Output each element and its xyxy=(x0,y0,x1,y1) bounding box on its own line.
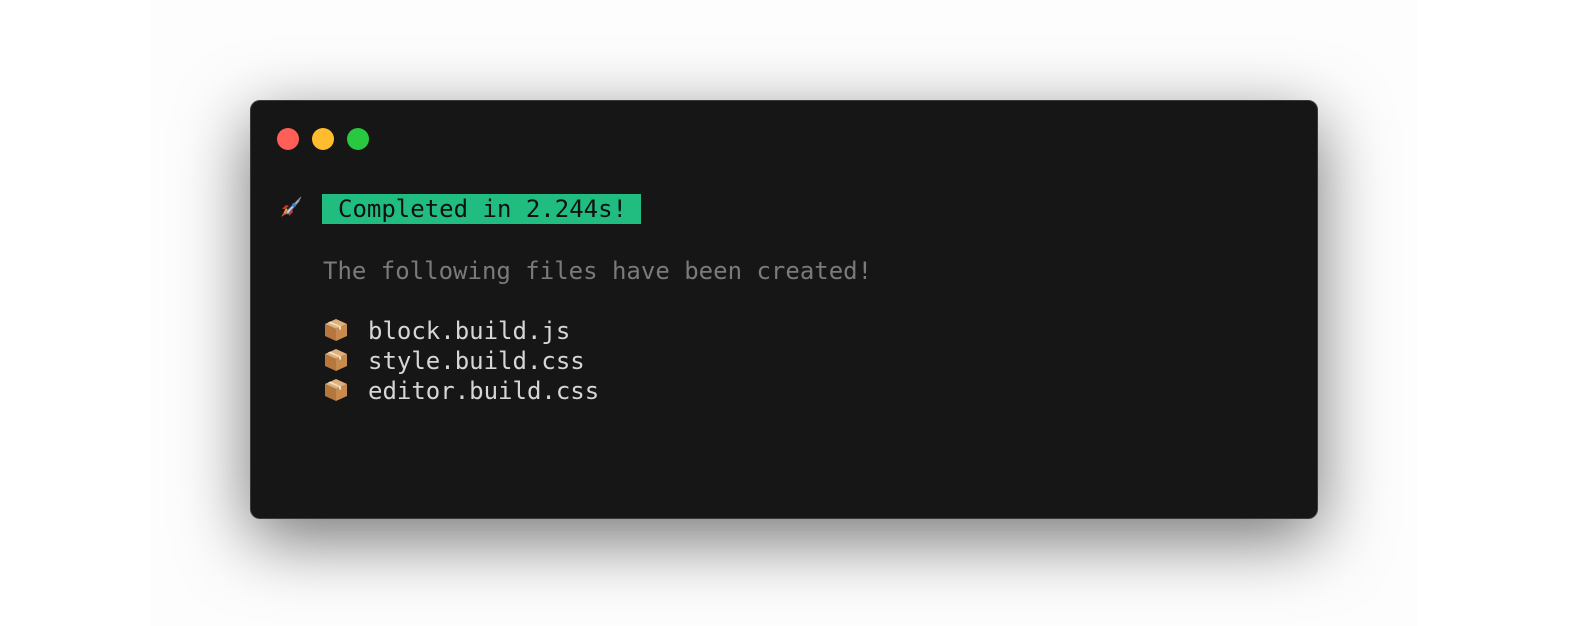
file-item: style.build.css xyxy=(323,346,585,376)
maximize-button[interactable] xyxy=(347,128,369,150)
file-item: editor.build.css xyxy=(323,376,599,406)
minimize-button[interactable] xyxy=(312,128,334,150)
rocket-icon xyxy=(281,196,302,217)
terminal-window: Completed in 2.244s! The following files… xyxy=(250,100,1318,519)
package-icon xyxy=(325,319,347,341)
package-icon xyxy=(325,379,347,401)
file-item: block.build.js xyxy=(323,316,570,346)
status-badge: Completed in 2.244s! xyxy=(322,194,641,224)
message-text: The following files have been created! xyxy=(323,257,873,285)
file-name: editor.build.css xyxy=(368,377,600,405)
close-button[interactable] xyxy=(277,128,299,150)
file-name: style.build.css xyxy=(368,347,585,375)
package-icon xyxy=(325,349,347,371)
file-name: block.build.js xyxy=(368,317,571,345)
